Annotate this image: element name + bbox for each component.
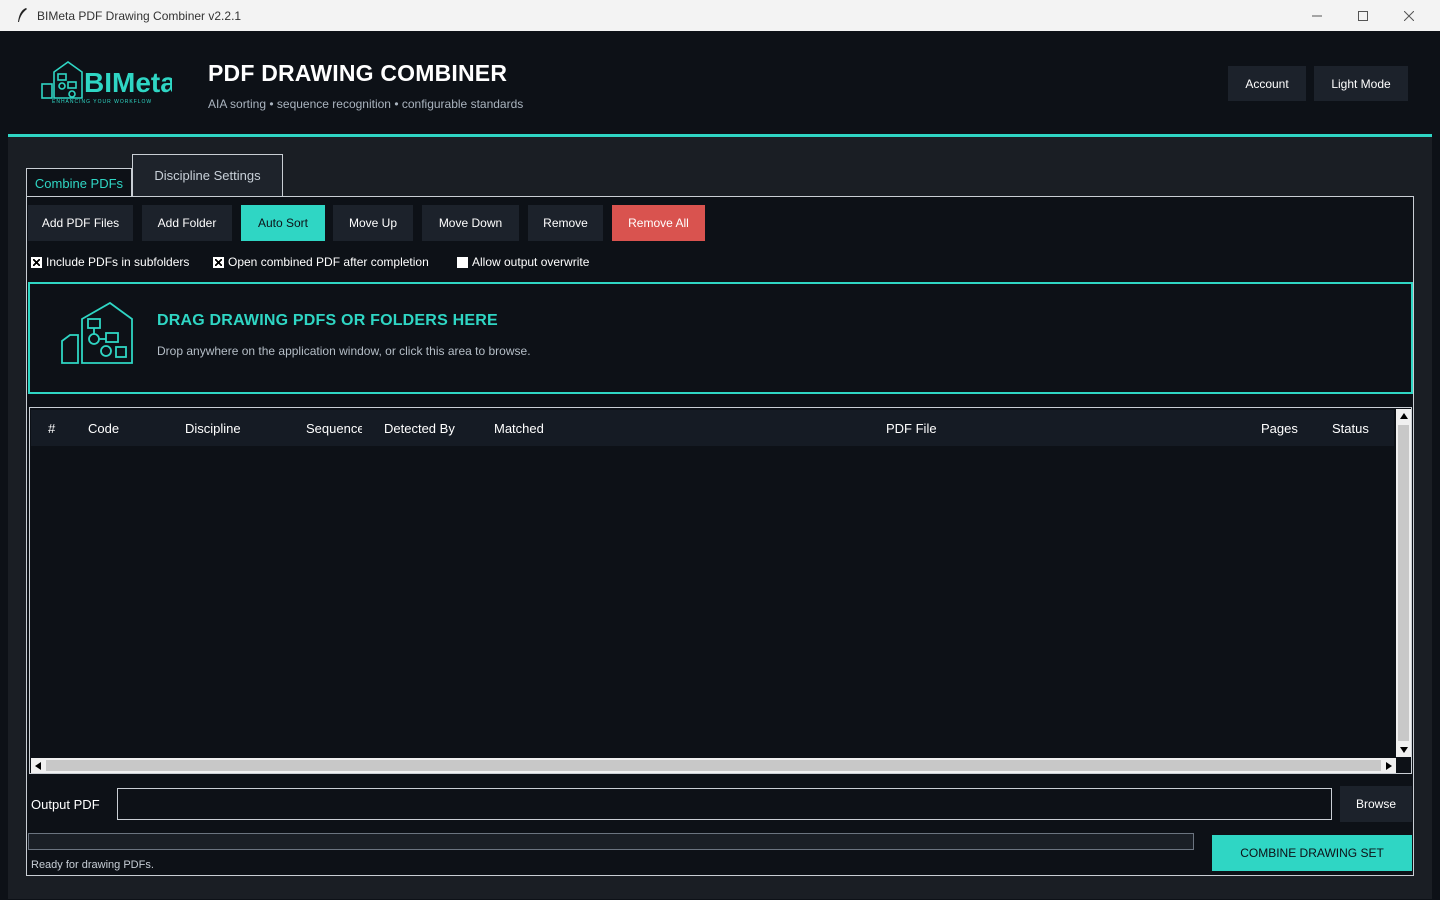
open-after-label: Open combined PDF after completion (228, 255, 429, 269)
status-text: Ready for drawing PDFs. (31, 859, 154, 871)
open-after-checkbox[interactable]: Open combined PDF after completion (213, 254, 429, 270)
move-down-button[interactable]: Move Down (422, 205, 519, 241)
scroll-down-arrow-icon[interactable] (1396, 743, 1411, 757)
column-discipline[interactable]: Discipline (185, 421, 241, 436)
horizontal-scroll-thumb[interactable] (46, 760, 1381, 771)
feather-icon (16, 7, 28, 26)
scroll-right-arrow-icon[interactable] (1382, 758, 1396, 773)
window-titlebar: BIMeta PDF Drawing Combiner v2.2.1 (0, 0, 1440, 31)
column-matched[interactable]: Matched (494, 421, 544, 436)
column-pdf-file[interactable]: PDF File (886, 421, 937, 436)
add-pdf-files-button[interactable]: Add PDF Files (28, 205, 133, 241)
column-sequence[interactable]: Sequence (306, 421, 362, 436)
output-pdf-label: Output PDF (31, 797, 100, 812)
bimeta-logo: BIMeta ENHANCING YOUR WORKFLOW (40, 58, 176, 111)
browse-button[interactable]: Browse (1340, 786, 1412, 822)
output-pdf-input[interactable] (117, 788, 1332, 820)
table-body[interactable] (31, 446, 1394, 756)
move-up-button[interactable]: Move Up (333, 205, 413, 241)
auto-sort-button[interactable]: Auto Sort (241, 205, 325, 241)
remove-button[interactable]: Remove (528, 205, 603, 241)
account-button[interactable]: Account (1228, 66, 1306, 101)
column-pages[interactable]: Pages (1261, 421, 1298, 436)
logo-text: BIMeta (84, 67, 172, 98)
checkbox-checked-icon[interactable] (213, 256, 224, 268)
drawing-set-icon (58, 301, 136, 374)
minimize-button[interactable] (1294, 0, 1340, 31)
window-title: BIMeta PDF Drawing Combiner v2.2.1 (37, 9, 242, 23)
vertical-scrollbar[interactable] (1396, 409, 1411, 757)
column-number[interactable]: # (48, 421, 55, 436)
light-mode-button[interactable]: Light Mode (1314, 66, 1408, 101)
remove-all-button[interactable]: Remove All (612, 205, 705, 241)
include-subfolders-checkbox[interactable]: Include PDFs in subfolders (31, 254, 189, 270)
scroll-left-arrow-icon[interactable] (31, 758, 45, 773)
column-detected-by[interactable]: Detected By (384, 421, 455, 436)
allow-overwrite-label: Allow output overwrite (472, 255, 590, 269)
checkbox-checked-icon[interactable] (31, 256, 42, 268)
column-code[interactable]: Code (88, 421, 119, 436)
drop-zone-subtitle: Drop anywhere on the application window,… (157, 344, 531, 358)
progress-bar (28, 833, 1194, 850)
logo-tagline: ENHANCING YOUR WORKFLOW (52, 99, 152, 105)
scroll-up-arrow-icon[interactable] (1396, 409, 1411, 423)
page-title: PDF DRAWING COMBINER (208, 60, 508, 86)
close-button[interactable] (1386, 0, 1432, 31)
maximize-button[interactable] (1340, 0, 1386, 31)
drop-zone[interactable] (28, 282, 1413, 394)
tab-combine-pdfs[interactable]: Combine PDFs (26, 168, 132, 197)
drop-zone-title: DRAG DRAWING PDFS OR FOLDERS HERE (157, 312, 498, 329)
checkbox-unchecked-icon[interactable] (457, 256, 468, 268)
combine-drawing-set-button[interactable]: COMBINE DRAWING SET (1212, 835, 1412, 871)
tab-discipline-settings[interactable]: Discipline Settings (132, 154, 283, 196)
column-status[interactable]: Status (1332, 421, 1369, 436)
horizontal-scrollbar[interactable] (31, 758, 1396, 773)
vertical-scroll-thumb[interactable] (1398, 425, 1409, 741)
include-subfolders-label: Include PDFs in subfolders (46, 255, 190, 269)
allow-overwrite-checkbox[interactable]: Allow output overwrite (457, 254, 589, 270)
page-subtitle: AIA sorting • sequence recognition • con… (208, 97, 524, 111)
add-folder-button[interactable]: Add Folder (142, 205, 232, 241)
